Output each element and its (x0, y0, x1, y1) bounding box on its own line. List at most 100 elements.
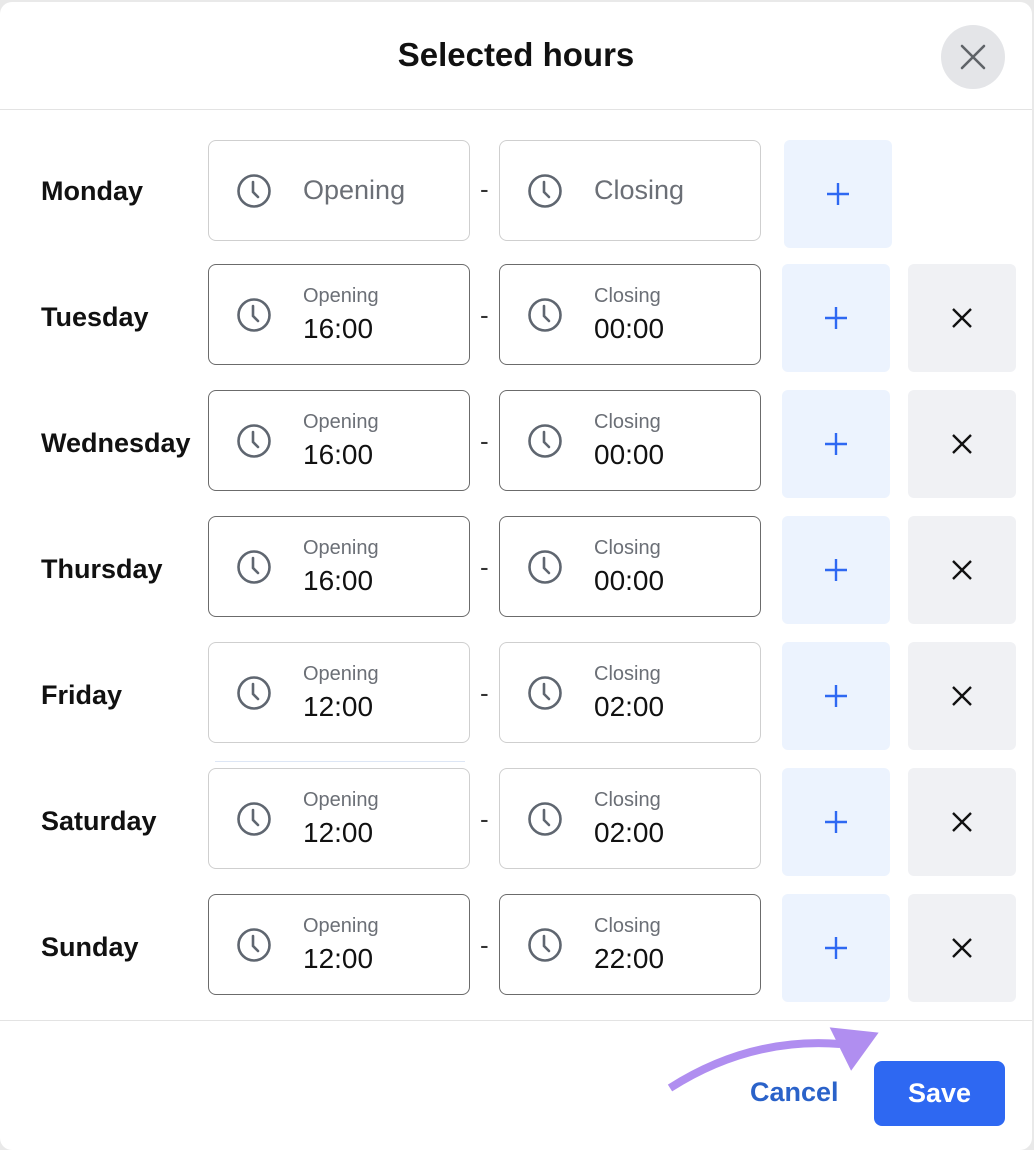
dialog-header: Selected hours (0, 2, 1032, 110)
closing-time-value: 22:00 (594, 943, 665, 974)
opening-time-value: 12:00 (303, 817, 374, 848)
clock-icon (528, 174, 562, 208)
time-separator: - (480, 930, 489, 960)
opening-label: Opening (303, 663, 379, 685)
clock-icon (528, 298, 562, 332)
closing-time-input[interactable]: Closing 00:00 (499, 516, 761, 617)
plus-icon (825, 433, 847, 455)
day-label: Sunday (41, 932, 139, 962)
save-button[interactable]: Save (874, 1061, 1005, 1126)
day-label: Monday (41, 176, 144, 206)
time-separator: - (480, 678, 489, 708)
clock-icon (528, 928, 562, 962)
opening-time-input[interactable]: Opening 16:00 (208, 264, 470, 365)
opening-time-value: 16:00 (303, 313, 374, 344)
opening-placeholder: Opening (303, 175, 406, 205)
closing-time-input[interactable]: Closing 02:00 (499, 768, 761, 869)
closing-time-value: 02:00 (594, 691, 665, 722)
closing-label: Closing (594, 285, 661, 307)
add-hours-button[interactable] (782, 768, 890, 876)
cancel-button[interactable]: Cancel (750, 1077, 839, 1108)
clock-icon (237, 424, 271, 458)
clock-icon (237, 298, 271, 332)
closing-time-value: 00:00 (594, 313, 665, 344)
opening-time-input[interactable]: Opening 12:00 (208, 768, 470, 869)
plus-icon (825, 559, 847, 581)
plus-icon (827, 183, 849, 205)
day-row-saturday: Saturday Opening 12:00 - Closing 02:00 (0, 768, 1032, 878)
opening-label: Opening (303, 537, 379, 559)
time-separator: - (480, 174, 489, 204)
day-row-friday: Friday Opening 12:00 - Closing 02:00 (0, 642, 1032, 752)
time-separator: - (480, 552, 489, 582)
remove-hours-button[interactable] (908, 768, 1016, 876)
clock-icon (528, 424, 562, 458)
clock-icon (528, 802, 562, 836)
close-icon (952, 812, 972, 832)
day-row-thursday: Thursday Opening 16:00 - Closing 00:00 (0, 516, 1032, 626)
closing-label: Closing (594, 411, 661, 433)
opening-time-value: 16:00 (303, 439, 374, 470)
remove-hours-button[interactable] (908, 642, 1016, 750)
footer-divider (0, 1020, 1032, 1021)
time-separator: - (480, 804, 489, 834)
closing-time-input[interactable]: Closing 00:00 (499, 264, 761, 365)
day-label: Wednesday (41, 428, 191, 458)
closing-time-input[interactable]: Closing 22:00 (499, 894, 761, 995)
day-row-sunday: Sunday Opening 12:00 - Closing 22:00 (0, 894, 1032, 1004)
opening-label: Opening (303, 411, 379, 433)
close-icon (952, 560, 972, 580)
clock-icon (528, 550, 562, 584)
add-hours-button[interactable] (782, 264, 890, 372)
clock-icon (237, 928, 271, 962)
opening-time-value: 12:00 (303, 943, 374, 974)
opening-label: Opening (303, 789, 379, 811)
closing-placeholder: Closing (594, 175, 685, 205)
closing-time-value: 02:00 (594, 817, 665, 848)
add-hours-button[interactable] (784, 140, 892, 248)
remove-hours-button[interactable] (908, 390, 1016, 498)
opening-time-input[interactable]: Opening 16:00 (208, 390, 470, 491)
time-separator: - (480, 426, 489, 456)
clock-icon (237, 174, 271, 208)
close-icon (952, 434, 972, 454)
close-button[interactable] (941, 25, 1005, 89)
clock-icon (237, 676, 271, 710)
closing-time-value: 00:00 (594, 565, 665, 596)
day-label: Saturday (41, 806, 157, 836)
opening-label: Opening (303, 915, 379, 937)
add-hours-button[interactable] (782, 894, 890, 1002)
dialog-title: Selected hours (397, 36, 635, 73)
remove-hours-button[interactable] (908, 894, 1016, 1002)
opening-time-value: 12:00 (303, 691, 374, 722)
closing-time-value: 00:00 (594, 439, 665, 470)
add-hours-button[interactable] (782, 516, 890, 624)
opening-time-value: 16:00 (303, 565, 374, 596)
close-icon (960, 44, 986, 70)
closing-time-input[interactable]: Closing (499, 140, 761, 241)
clock-icon (237, 550, 271, 584)
opening-time-input[interactable]: Opening 12:00 (208, 642, 470, 743)
selected-hours-dialog: Selected hours Monday Opening - Closing … (0, 2, 1032, 1150)
day-row-tuesday: Tuesday Opening 16:00 - Closing 00:00 (0, 264, 1032, 374)
add-hours-button[interactable] (782, 390, 890, 498)
closing-label: Closing (594, 789, 661, 811)
divider (215, 761, 465, 762)
close-icon (952, 686, 972, 706)
remove-hours-button[interactable] (908, 264, 1016, 372)
closing-label: Closing (594, 537, 661, 559)
opening-time-input[interactable]: Opening 16:00 (208, 516, 470, 617)
day-label: Thursday (41, 554, 163, 584)
close-icon (952, 938, 972, 958)
time-separator: - (480, 300, 489, 330)
closing-time-input[interactable]: Closing 00:00 (499, 390, 761, 491)
add-hours-button[interactable] (782, 642, 890, 750)
closing-label: Closing (594, 915, 661, 937)
close-icon (952, 308, 972, 328)
opening-time-input[interactable]: Opening (208, 140, 470, 241)
remove-hours-button[interactable] (908, 516, 1016, 624)
opening-time-input[interactable]: Opening 12:00 (208, 894, 470, 995)
day-label: Friday (41, 680, 123, 710)
plus-icon (825, 307, 847, 329)
closing-time-input[interactable]: Closing 02:00 (499, 642, 761, 743)
